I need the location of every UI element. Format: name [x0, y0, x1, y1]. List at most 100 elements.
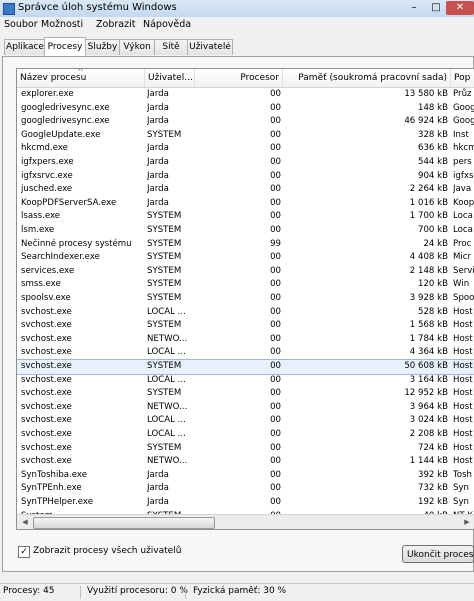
minimize-button[interactable]: – [403, 1, 425, 15]
scrollbar-thumb[interactable] [33, 517, 215, 529]
table-row[interactable]: igfxsrvc.exe Jarda 00 904 kB igfxs [17, 170, 474, 184]
table-row[interactable]: Nečinné procesy systému SYSTEM 99 24 kB Proc [17, 238, 474, 252]
table-row[interactable]: hkcmd.exe Jarda 00 636 kB hkcm [17, 142, 474, 156]
cell-memory: 544 kB [417, 157, 448, 167]
tab-strip: Aplikace Procesy Služby Výkon Sítě Uživa… [0, 37, 474, 57]
column-header-description[interactable]: Pop [451, 69, 474, 87]
cell-description: Host [453, 456, 473, 467]
table-row[interactable]: svchost.exe NETWO... 00 3 964 kB Host [17, 401, 474, 415]
table-row[interactable]: svchost.exe NETWO... 00 1 144 kB Host [17, 455, 474, 469]
cell-memory: 904 kB [417, 170, 448, 181]
cell-cpu: 00 [270, 415, 281, 426]
menu-napoveda[interactable]: Nápověda [143, 19, 191, 30]
close-button[interactable]: ✕ [446, 1, 474, 15]
table-row[interactable]: lsm.exe SYSTEM 00 700 kB Loca [17, 224, 474, 238]
table-row[interactable]: svchost.exe LOCAL ... 00 3 024 kB Host [17, 414, 474, 428]
cell-description: Spoo [453, 293, 474, 303]
column-header-memory[interactable]: Paměť (soukromá pracovní sada) [283, 69, 451, 87]
cell-cpu: 00 [270, 211, 281, 222]
column-header-cpu[interactable]: Procesor [195, 69, 283, 87]
column-header-user[interactable]: Uživatel... [145, 69, 195, 87]
tab-sluzby[interactable]: Služby [85, 39, 120, 55]
table-row[interactable]: jusched.exe Jarda 00 2 264 kB Java [17, 183, 474, 197]
horizontal-scrollbar[interactable]: ◀ ▶ [17, 514, 474, 529]
table-row[interactable]: smss.exe SYSTEM 00 120 kB Win [17, 278, 474, 292]
cell-process-name: smss.exe [21, 279, 61, 290]
table-row[interactable]: svchost.exe LOCAL ... 00 528 kB Host [17, 306, 474, 320]
cell-user: Jarda [147, 170, 169, 181]
cell-description: Loca [453, 225, 473, 235]
cell-user: Jarda [147, 157, 169, 167]
cell-description: Host [453, 415, 473, 426]
table-row[interactable]: SynTPHelper.exe Jarda 00 192 kB Syn [17, 496, 474, 510]
table-row[interactable]: igfxpers.exe Jarda 00 544 kB pers [17, 156, 474, 170]
cell-memory: 636 kB [417, 143, 448, 154]
cell-memory: 24 kB [423, 238, 448, 249]
show-all-processes-label: Zobrazit procesy všech uživatelů [33, 546, 182, 556]
cell-process-name: svchost.exe [21, 361, 72, 371]
cell-cpu: 00 [270, 374, 281, 385]
tab-uzivatele[interactable]: Uživatelé [187, 39, 233, 55]
table-row[interactable]: svchost.exe SYSTEM 00 50 608 kB Host [17, 359, 474, 375]
cell-cpu: 00 [270, 143, 281, 154]
table-row[interactable]: googledrivesync.exe Jarda 00 148 kB Goog [17, 102, 474, 116]
cell-process-name: svchost.exe [21, 306, 72, 317]
table-row[interactable]: svchost.exe SYSTEM 00 1 568 kB Host [17, 319, 474, 333]
cell-description: Host [453, 429, 473, 439]
cell-user: SYSTEM [147, 279, 182, 290]
window-title: Správce úloh systému Windows [18, 2, 177, 13]
table-row[interactable]: SynToshiba.exe Jarda 00 392 kB Tosh [17, 469, 474, 483]
process-list[interactable]: Název procesu ^ Uživatel... Procesor Pam… [16, 68, 474, 530]
tab-procesy[interactable]: Procesy [44, 37, 86, 56]
table-row[interactable]: svchost.exe LOCAL ... 00 2 208 kB Host [17, 428, 474, 442]
table-row[interactable]: svchost.exe SYSTEM 00 724 kB Host [17, 442, 474, 456]
scroll-right-icon[interactable]: ▶ [460, 516, 474, 529]
cell-user: LOCAL ... [147, 429, 186, 439]
table-row[interactable]: svchost.exe NETWO... 00 1 784 kB Host [17, 333, 474, 347]
cell-description: Host [453, 306, 473, 317]
cell-memory: 2 148 kB [409, 265, 448, 276]
table-row[interactable]: SearchIndexer.exe SYSTEM 00 4 408 kB Micr [17, 251, 474, 265]
cell-description: Micr [453, 252, 472, 263]
table-row[interactable]: explorer.exe Jarda 00 13 580 kB Průz [17, 88, 474, 102]
cell-memory: 2 208 kB [409, 429, 448, 439]
cell-process-name: svchost.exe [21, 374, 72, 385]
tab-vykon[interactable]: Výkon [119, 39, 155, 55]
cell-description: Java [453, 184, 472, 195]
table-row[interactable]: svchost.exe SYSTEM 00 12 952 kB Host [17, 387, 474, 401]
menu-moznosti[interactable]: Možnosti [41, 19, 83, 30]
end-process-button[interactable]: Ukončit proces [402, 545, 474, 563]
table-row[interactable]: googledrivesync.exe Jarda 00 46 924 kB Goog [17, 115, 474, 129]
table-row[interactable]: services.exe SYSTEM 00 2 148 kB Servi [17, 265, 474, 279]
table-row[interactable]: svchost.exe LOCAL ... 00 3 164 kB Host [17, 374, 474, 388]
tab-aplikace[interactable]: Aplikace [4, 39, 46, 55]
column-header-name[interactable]: Název procesu ^ [17, 69, 145, 87]
table-row[interactable]: SynTPEnh.exe Jarda 00 732 kB Syn [17, 482, 474, 496]
table-row[interactable]: GoogleUpdate.exe SYSTEM 00 328 kB Inst [17, 129, 474, 143]
cell-user: SYSTEM [147, 388, 182, 399]
cell-process-name: lsass.exe [21, 211, 61, 222]
table-row[interactable]: lsass.exe SYSTEM 00 1 700 kB Loca [17, 210, 474, 224]
cell-cpu: 00 [270, 483, 281, 494]
cell-process-name: svchost.exe [21, 401, 72, 412]
scroll-left-icon[interactable]: ◀ [18, 516, 32, 529]
table-row[interactable]: spoolsv.exe SYSTEM 00 3 928 kB Spoo [17, 292, 474, 306]
cell-memory: 1 568 kB [409, 320, 448, 331]
checkbox-check-icon[interactable]: ✓ [18, 546, 30, 558]
cell-process-name: svchost.exe [21, 456, 72, 467]
cell-memory: 192 kB [417, 497, 448, 507]
title-bar[interactable]: Správce úloh systému Windows – □ ✕ [0, 0, 474, 18]
cell-process-name: svchost.exe [21, 333, 72, 344]
cell-cpu: 00 [270, 102, 281, 113]
cell-cpu: 00 [270, 89, 281, 99]
maximize-button[interactable]: □ [426, 1, 446, 15]
tab-site[interactable]: Sítě [154, 39, 188, 55]
table-row[interactable]: svchost.exe LOCAL ... 00 4 364 kB Host [17, 346, 474, 360]
menu-zobrazit[interactable]: Zobrazit [96, 19, 135, 30]
cell-user: SYSTEM [147, 129, 182, 140]
menu-soubor[interactable]: Soubor [4, 19, 38, 30]
cell-cpu: 00 [270, 497, 281, 507]
table-row[interactable]: KoopPDFServerSA.exe Jarda 00 1 016 kB Koop [17, 197, 474, 211]
cell-memory: 1 784 kB [409, 333, 448, 344]
cell-cpu: 00 [270, 429, 281, 439]
